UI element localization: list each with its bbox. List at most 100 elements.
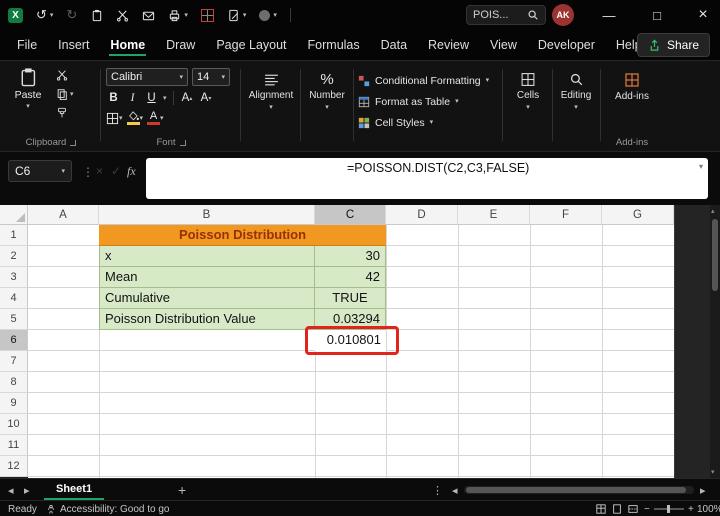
column-header-D[interactable]: D bbox=[386, 205, 458, 225]
row-header-9[interactable]: 9 bbox=[0, 393, 28, 414]
row-header-8[interactable]: 8 bbox=[0, 372, 28, 393]
alignment-group-button[interactable]: Alignment ▾ bbox=[244, 65, 298, 149]
tabbar-more-icon[interactable]: ⋮ bbox=[432, 479, 443, 501]
font-dialog-launcher[interactable] bbox=[180, 140, 186, 146]
cells-group-button[interactable]: Cells ▾ bbox=[506, 65, 550, 149]
menu-tab-file[interactable]: File bbox=[16, 32, 38, 58]
zoom-slider[interactable] bbox=[654, 508, 684, 510]
maximize-button[interactable]: □ bbox=[640, 0, 674, 30]
accessibility-status[interactable]: Accessibility: Good to go bbox=[46, 501, 170, 516]
column-header-A[interactable]: A bbox=[28, 205, 99, 225]
menu-tab-formulas[interactable]: Formulas bbox=[307, 32, 361, 58]
format-as-table-button[interactable]: Format as Table ▾ bbox=[358, 91, 498, 112]
cell-C3[interactable]: 42 bbox=[315, 267, 386, 288]
page-break-view-icon[interactable] bbox=[628, 501, 638, 516]
menu-tab-draw[interactable]: Draw bbox=[165, 32, 196, 58]
column-header-F[interactable]: F bbox=[530, 205, 602, 225]
row-header-3[interactable]: 3 bbox=[0, 267, 28, 288]
undo-button[interactable]: ↺▾ bbox=[36, 7, 53, 23]
add-sheet-button[interactable]: + bbox=[178, 479, 186, 501]
redo-button[interactable]: ↻ bbox=[66, 7, 77, 23]
cell-C4[interactable]: TRUE bbox=[315, 288, 386, 309]
scroll-down-icon[interactable]: ▾ bbox=[711, 468, 715, 476]
sheet-nav-right-icon[interactable]: ▸ bbox=[24, 479, 30, 501]
hscroll-left-icon[interactable]: ◂ bbox=[452, 479, 458, 501]
cut-icon[interactable] bbox=[116, 9, 129, 22]
horizontal-scroll-thumb[interactable] bbox=[466, 487, 686, 493]
scroll-up-icon[interactable]: ▴ bbox=[711, 207, 715, 215]
cut-button[interactable] bbox=[56, 69, 74, 81]
italic-button[interactable]: I bbox=[125, 90, 140, 106]
excel-logo-icon[interactable]: X bbox=[8, 8, 23, 23]
cell-B4[interactable]: Cumulative bbox=[99, 288, 315, 309]
paste-button[interactable]: Paste ▾ bbox=[10, 67, 46, 110]
formula-input[interactable]: =POISSON.DIST(C2,C3,FALSE) ▾ bbox=[146, 158, 708, 199]
cell-B2[interactable]: x bbox=[99, 246, 315, 267]
row-header-11[interactable]: 11 bbox=[0, 435, 28, 456]
row-header-5[interactable]: 5 bbox=[0, 309, 28, 330]
vertical-scroll-thumb[interactable] bbox=[712, 219, 718, 291]
menu-tab-data[interactable]: Data bbox=[380, 32, 408, 58]
hscroll-right-icon[interactable]: ▸ bbox=[700, 479, 706, 501]
font-name-select[interactable]: Calibri▾ bbox=[106, 68, 188, 86]
row-header-6[interactable]: 6 bbox=[0, 330, 28, 351]
page-layout-view-icon[interactable] bbox=[612, 501, 622, 516]
row-header-7[interactable]: 7 bbox=[0, 351, 28, 372]
namebox-resize-handle[interactable]: ⋮ bbox=[82, 165, 94, 179]
zoom-in-button[interactable]: + bbox=[688, 501, 694, 516]
vertical-scrollbar[interactable]: ▴ ▾ bbox=[710, 205, 720, 478]
horizontal-scrollbar[interactable] bbox=[464, 486, 694, 494]
menu-tab-review[interactable]: Review bbox=[427, 32, 470, 58]
row-header-4[interactable]: 4 bbox=[0, 288, 28, 309]
close-button[interactable]: × bbox=[686, 0, 720, 30]
underline-button[interactable]: U bbox=[144, 90, 159, 106]
normal-view-icon[interactable] bbox=[596, 501, 606, 516]
column-header-G[interactable]: G bbox=[602, 205, 674, 225]
sheet-nav-left-icon[interactable]: ◂ bbox=[8, 479, 14, 501]
copy-button[interactable]: ▾ bbox=[56, 88, 74, 100]
zoom-level[interactable]: 100% bbox=[697, 501, 720, 516]
font-color-button[interactable]: A ▾ bbox=[147, 110, 164, 126]
page-edit-icon[interactable]: ▾ bbox=[227, 9, 247, 22]
minimize-button[interactable]: — bbox=[592, 0, 626, 30]
name-box[interactable]: C6 ▾ bbox=[8, 160, 72, 182]
share-button[interactable]: Share bbox=[637, 33, 710, 57]
format-painter-button[interactable] bbox=[56, 107, 74, 119]
zoom-slider-thumb[interactable] bbox=[667, 505, 670, 513]
cell-B5[interactable]: Poisson Distribution Value bbox=[99, 309, 315, 330]
addins-button[interactable]: Add-ins bbox=[604, 65, 660, 102]
print-icon[interactable]: ▾ bbox=[168, 9, 188, 22]
row-header-1[interactable]: 1 bbox=[0, 225, 28, 246]
status-circle-icon[interactable]: ▾ bbox=[259, 10, 277, 21]
column-header-B[interactable]: B bbox=[99, 205, 315, 225]
menu-tab-insert[interactable]: Insert bbox=[57, 32, 90, 58]
clipboard-dialog-launcher[interactable] bbox=[70, 140, 76, 146]
sheet-tab-sheet1[interactable]: Sheet1 bbox=[44, 479, 104, 500]
font-size-select[interactable]: 14▾ bbox=[192, 68, 230, 86]
borders-button[interactable]: ▾ bbox=[106, 110, 123, 126]
editing-group-button[interactable]: Editing ▾ bbox=[554, 65, 598, 149]
column-header-C[interactable]: C bbox=[315, 205, 386, 225]
cell-C2[interactable]: 30 bbox=[315, 246, 386, 267]
search-box[interactable]: POIS... bbox=[466, 5, 546, 25]
row-header-10[interactable]: 10 bbox=[0, 414, 28, 435]
clipboard-icon[interactable] bbox=[90, 9, 103, 22]
red-bordered-table-icon[interactable] bbox=[201, 9, 214, 22]
menu-tab-view[interactable]: View bbox=[489, 32, 518, 58]
cells-area[interactable]: Poisson Distribution x 30 Mean 42 Cumula… bbox=[28, 225, 674, 478]
menu-tab-home[interactable]: Home bbox=[109, 32, 146, 58]
insert-function-button[interactable]: fx bbox=[127, 164, 136, 179]
row-header-2[interactable]: 2 bbox=[0, 246, 28, 267]
column-header-E[interactable]: E bbox=[458, 205, 530, 225]
number-group-button[interactable]: % Number ▾ bbox=[303, 65, 351, 149]
select-all-corner[interactable] bbox=[0, 205, 28, 225]
bold-button[interactable]: B bbox=[106, 90, 121, 106]
row-header-12[interactable]: 12 bbox=[0, 456, 28, 477]
formula-bar-expand-icon[interactable]: ▾ bbox=[699, 162, 703, 171]
mail-icon[interactable] bbox=[142, 9, 155, 22]
fill-color-button[interactable]: ▾ bbox=[127, 110, 144, 126]
decrease-font-button[interactable]: A▾ bbox=[199, 90, 214, 106]
cancel-entry-button[interactable]: × bbox=[96, 164, 103, 178]
zoom-out-button[interactable]: − bbox=[644, 501, 650, 516]
avatar[interactable]: AK bbox=[552, 4, 574, 26]
